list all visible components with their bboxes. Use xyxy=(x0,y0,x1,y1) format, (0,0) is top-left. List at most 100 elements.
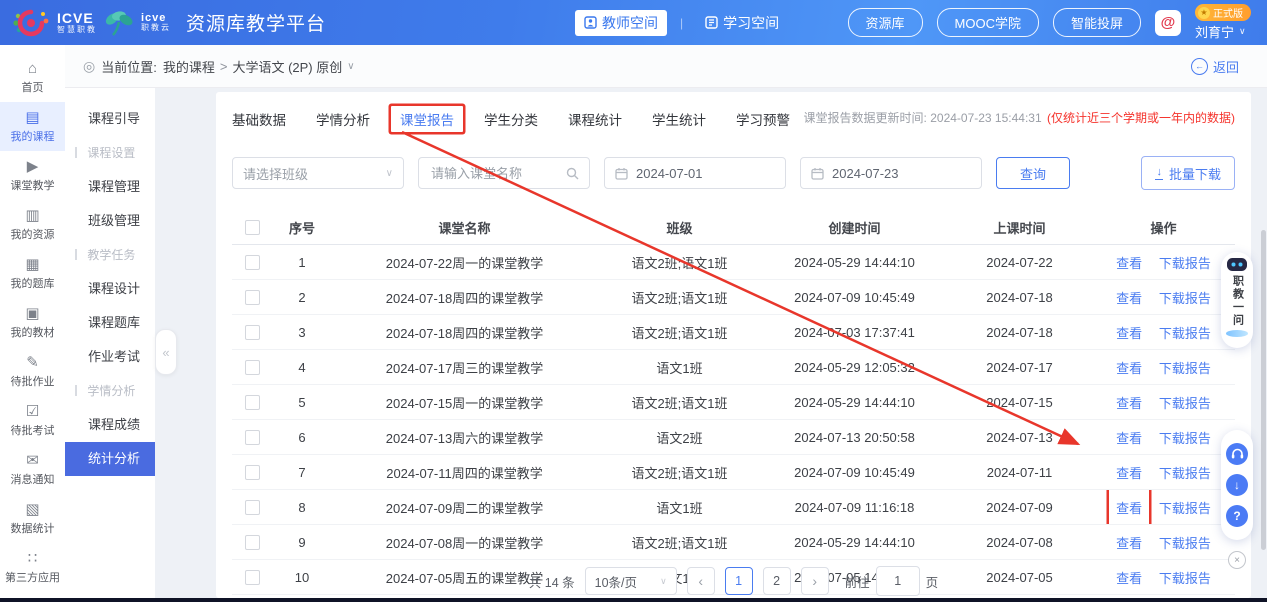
classroom-name-input[interactable] xyxy=(429,165,560,182)
view-link[interactable]: 查看 xyxy=(1116,431,1142,446)
page-size-select[interactable]: 10条/页 ∨ xyxy=(585,567,677,595)
help-button[interactable]: ? xyxy=(1226,505,1248,527)
view-link[interactable]: 查看 xyxy=(1116,396,1142,411)
course-menu-item[interactable]: 课程题库 xyxy=(65,306,155,340)
course-menu-item[interactable]: 班级管理 xyxy=(65,204,155,238)
header-pill-button[interactable]: 资源库 xyxy=(848,8,923,37)
sidebar-item[interactable]: ▣ 我的教材 xyxy=(0,298,65,347)
created-time: 2024-07-13 20:50:58 xyxy=(762,420,947,455)
download-report-link[interactable]: 下载报告 xyxy=(1159,501,1211,516)
row-checkbox[interactable] xyxy=(245,325,260,340)
view-link[interactable]: 查看 xyxy=(1116,291,1142,306)
sidebar-item[interactable]: ⌂ 首页 xyxy=(0,53,65,102)
row-index: 6 xyxy=(272,420,332,455)
view-link[interactable]: 查看 xyxy=(1116,536,1142,551)
view-link[interactable]: 查看 xyxy=(1116,256,1142,271)
download-report-link[interactable]: 下载报告 xyxy=(1159,396,1211,411)
close-toolbar-button[interactable]: × xyxy=(1228,551,1246,569)
download-center-button[interactable]: ↓ xyxy=(1226,474,1248,496)
classroom-name: 2024-07-15周一的课堂教学 xyxy=(332,385,597,420)
sidebar-item[interactable]: ▶ 课堂教学 xyxy=(0,151,65,200)
tab[interactable]: 学情分析 xyxy=(314,106,372,132)
sidebar-item[interactable]: ✎ 待批作业 xyxy=(0,347,65,396)
user-menu[interactable]: 刘育宁 ∨ xyxy=(1195,22,1246,41)
header-pill-button[interactable]: MOOC学院 xyxy=(937,8,1039,37)
goto-page-input[interactable] xyxy=(876,566,920,596)
course-switcher[interactable]: 大学语文 (2P) 原创 ∨ xyxy=(232,57,354,76)
course-menu-item[interactable]: 课程引导 xyxy=(65,102,155,136)
start-date-picker[interactable]: 2024-07-01 xyxy=(604,157,786,189)
app-title: 资源库教学平台 xyxy=(186,9,326,36)
download-report-link[interactable]: 下载报告 xyxy=(1159,431,1211,446)
tab[interactable]: 课堂报告 xyxy=(391,106,463,132)
search-icon[interactable] xyxy=(566,167,579,180)
row-checkbox[interactable] xyxy=(245,395,260,410)
sidebar-item[interactable]: ▤ 我的课程 xyxy=(0,102,65,151)
sidebar-item[interactable]: ☑ 待批考试 xyxy=(0,396,65,445)
nav-teacher-space[interactable]: 教师空间 xyxy=(575,10,667,36)
tab[interactable]: 学习预警 xyxy=(734,106,792,132)
class-names: 语文2班;语文1班 xyxy=(597,525,762,560)
view-link[interactable]: 查看 xyxy=(1116,466,1142,481)
tab[interactable]: 学生统计 xyxy=(650,106,708,132)
download-report-link[interactable]: 下载报告 xyxy=(1159,256,1211,271)
tab[interactable]: 基础数据 xyxy=(230,106,288,132)
created-time: 2024-05-29 12:05:32 xyxy=(762,350,947,385)
nav-learning-space[interactable]: 学习空间 xyxy=(696,10,788,36)
view-link[interactable]: 查看 xyxy=(1116,361,1142,376)
teacher-space-icon xyxy=(584,16,597,29)
page-number-button[interactable]: 2 xyxy=(763,567,791,595)
end-date-picker[interactable]: 2024-07-23 xyxy=(800,157,982,189)
course-menu-item[interactable]: 课程管理 xyxy=(65,170,155,204)
download-report-link[interactable]: 下载报告 xyxy=(1159,466,1211,481)
download-report-link[interactable]: 下载报告 xyxy=(1159,361,1211,376)
page-number-button[interactable]: 1 xyxy=(725,567,753,595)
query-button[interactable]: 查询 xyxy=(996,157,1070,189)
course-menu-item[interactable]: 作业考试 xyxy=(65,340,155,374)
header-pill-button[interactable]: 智能投屏 xyxy=(1053,8,1141,37)
statistics-icon: ▧ xyxy=(25,502,39,517)
row-checkbox[interactable] xyxy=(245,360,260,375)
prev-page-button[interactable]: ‹ xyxy=(687,567,715,595)
icve-app-icon[interactable]: @ xyxy=(1155,10,1181,36)
scrollbar-thumb[interactable] xyxy=(1261,230,1266,550)
headset-icon xyxy=(1231,448,1244,460)
download-report-link[interactable]: 下载报告 xyxy=(1159,536,1211,551)
sidebar-item[interactable]: ▧ 数据统计 xyxy=(0,494,65,543)
view-link[interactable]: 查看 xyxy=(1116,326,1142,341)
zhijiao-assistant-widget[interactable]: 职教一问 xyxy=(1221,252,1253,348)
row-index: 2 xyxy=(272,280,332,315)
view-link[interactable]: 查看 xyxy=(1109,490,1149,525)
sidebar-item[interactable]: ▥ 我的资源 xyxy=(0,200,65,249)
course-menu-item[interactable]: 课程设计 xyxy=(65,272,155,306)
customer-service-button[interactable] xyxy=(1226,443,1248,465)
row-checkbox[interactable] xyxy=(245,290,260,305)
row-checkbox[interactable] xyxy=(245,535,260,550)
course-menu-item[interactable]: 统计分析 xyxy=(65,442,155,476)
sidebar-item[interactable]: ▦ 我的题库 xyxy=(0,249,65,298)
tab[interactable]: 课程统计 xyxy=(566,106,624,132)
sidebar-item[interactable]: ∷ 第三方应用 xyxy=(0,543,65,592)
batch-download-button[interactable]: ↓ 批量下载 xyxy=(1141,156,1235,190)
sidebar-item[interactable]: ✉ 消息通知 xyxy=(0,445,65,494)
next-page-button[interactable]: › xyxy=(801,567,829,595)
report-update-info: 课堂报告数据更新时间: 2024-07-23 15:44:31 (仅统计近三个学… xyxy=(804,109,1235,126)
row-checkbox[interactable] xyxy=(245,255,260,270)
course-menu-item[interactable]: 课程设置 xyxy=(65,136,155,170)
tab[interactable]: 学生分类 xyxy=(482,106,540,132)
collapse-sidebar-handle[interactable]: « xyxy=(155,329,177,375)
textbook-icon: ▣ xyxy=(25,306,39,321)
course-menu-item[interactable]: 课程成绩 xyxy=(65,408,155,442)
row-checkbox[interactable] xyxy=(245,500,260,515)
message-icon: ✉ xyxy=(26,453,39,468)
row-checkbox[interactable] xyxy=(245,430,260,445)
class-select[interactable]: 请选择班级 ∨ xyxy=(232,157,404,189)
download-report-link[interactable]: 下载报告 xyxy=(1159,326,1211,341)
course-menu-item[interactable]: 学情分析 xyxy=(65,374,155,408)
row-checkbox[interactable] xyxy=(245,465,260,480)
back-button[interactable]: ← 返回 xyxy=(1191,57,1239,76)
breadcrumb-parent[interactable]: 我的课程 xyxy=(163,57,215,76)
download-report-link[interactable]: 下载报告 xyxy=(1159,291,1211,306)
select-all-checkbox[interactable] xyxy=(245,220,260,235)
course-menu-item[interactable]: 教学任务 xyxy=(65,238,155,272)
